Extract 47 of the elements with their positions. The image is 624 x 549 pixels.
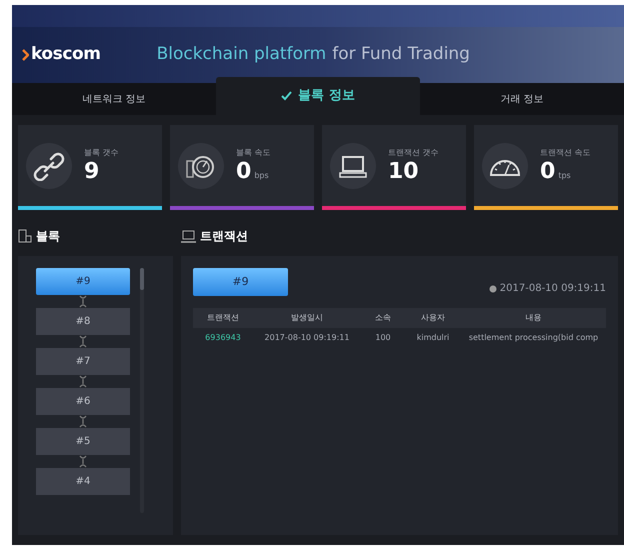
column-header: 발생일시 — [290, 312, 324, 324]
column-header: 소속 — [374, 312, 392, 324]
title-text: Blockchain platform — [156, 43, 326, 66]
tab[interactable]: 블록 정보 — [216, 77, 420, 115]
table-cell-text: kimdulri — [416, 332, 450, 344]
stat-label: 블록 속도 — [236, 146, 271, 158]
laptop-icon — [181, 230, 196, 242]
stat-value: 9 — [84, 158, 100, 184]
table-cell-text: 100 — [374, 332, 392, 344]
table-cell-text: 2017-08-10 09:19:11 — [264, 332, 350, 344]
block-item[interactable]: #6 — [36, 388, 130, 415]
block-item[interactable]: #4 — [36, 468, 130, 495]
stat-unit: bps — [254, 170, 269, 182]
stat-value: 0 — [540, 158, 556, 184]
tab[interactable]: 거래 정보 — [420, 83, 624, 115]
stat-unit: tps — [558, 170, 571, 182]
column-header: 사용자 — [420, 312, 446, 324]
chevron-icon — [22, 49, 29, 61]
column-header: 트랜잭션 — [206, 312, 240, 324]
block-item[interactable]: #5 — [36, 428, 130, 455]
block-icon — [18, 229, 32, 243]
stat-label: 블록 갯수 — [84, 146, 119, 158]
title-text: for Fund Trading — [332, 43, 470, 66]
stat-value: 10 — [388, 158, 419, 184]
block-item[interactable]: #7 — [36, 348, 130, 375]
block-item[interactable]: #8 — [36, 308, 130, 335]
stat-value: 0 — [236, 158, 252, 184]
chain-icon — [79, 375, 87, 388]
section-heading: 트랜잭션 — [200, 228, 248, 245]
stat-label: 트랜잭션 갯수 — [388, 146, 439, 158]
clock-icon — [488, 284, 497, 292]
check-icon — [281, 91, 292, 101]
table-cell-text: settlement processing(bid comp — [468, 332, 600, 344]
table-cell[interactable]: 6936943 — [193, 332, 253, 344]
chain-icon — [79, 335, 87, 348]
logo-text: koscom — [31, 43, 101, 66]
stat-label: 트랜잭션 속도 — [540, 146, 591, 158]
link-icon — [33, 150, 65, 180]
tab[interactable]: 네트워크 정보 — [12, 83, 216, 115]
chain-icon — [79, 295, 87, 308]
chain-icon — [79, 455, 87, 468]
section-heading: 블록 — [36, 228, 60, 245]
block-button[interactable]: #9 — [193, 268, 288, 296]
block-item[interactable]: #9 — [36, 268, 130, 295]
chain-icon — [79, 415, 87, 428]
timestamp: 2017-08-10 09:19:11 — [500, 282, 606, 296]
column-header: 내용 — [524, 312, 542, 324]
